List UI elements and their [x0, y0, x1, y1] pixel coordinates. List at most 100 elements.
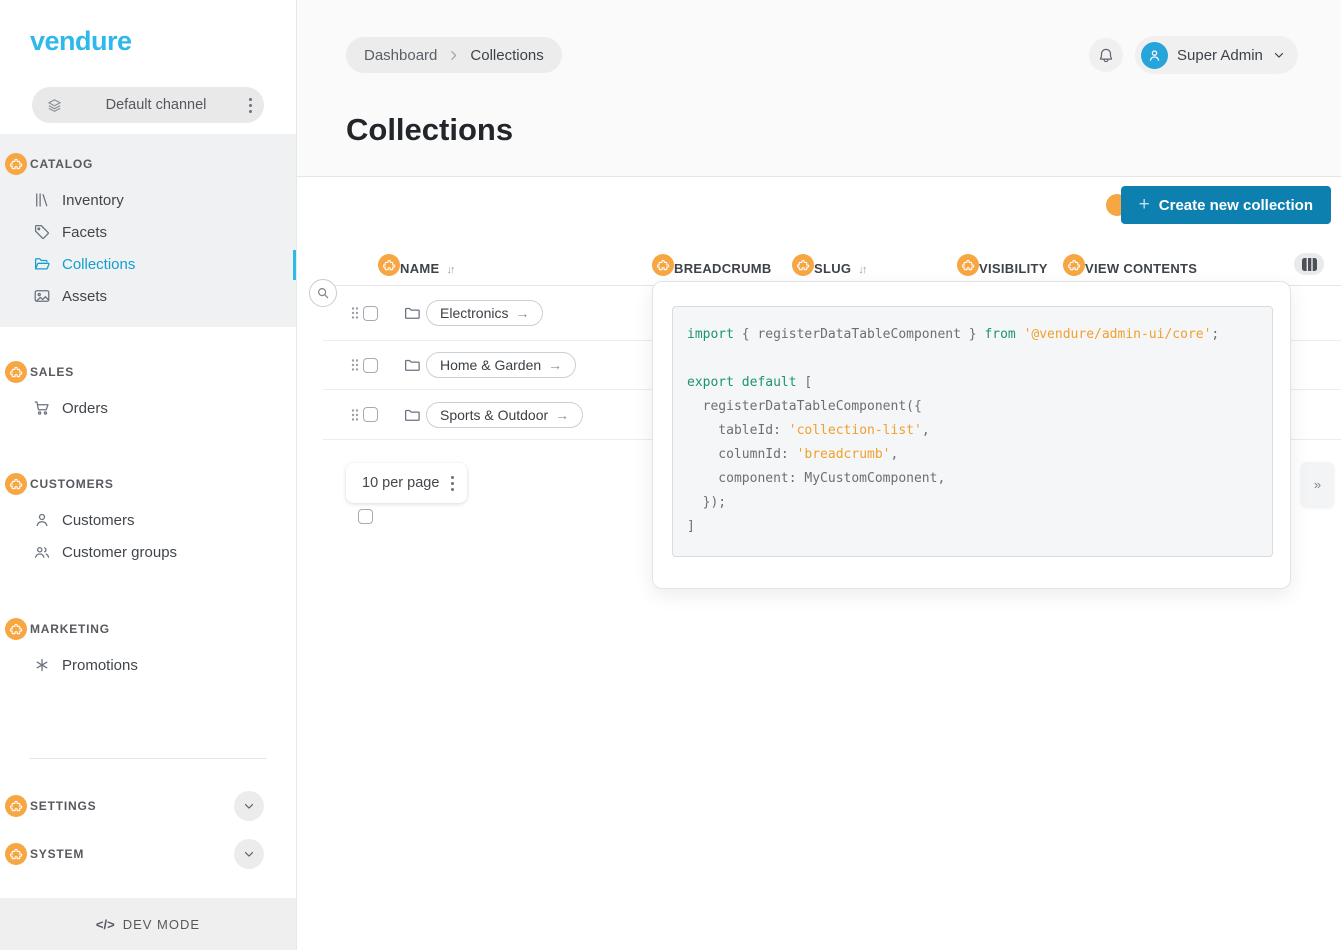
- select-all-checkbox[interactable]: [358, 509, 373, 524]
- section-header: CUSTOMERS: [0, 472, 296, 496]
- row-checkbox[interactable]: [363, 407, 378, 422]
- collection-name-chip[interactable]: Sports & Outdoor→: [426, 402, 583, 428]
- row-checkbox[interactable]: [363, 358, 378, 373]
- sidebar-section-catalog: CATALOG Inventory Facets Collections Assets: [0, 134, 296, 327]
- per-page-label: 10 per page: [362, 475, 439, 491]
- expand-section-button[interactable]: [234, 839, 264, 869]
- sort-icon[interactable]: ↓↑: [858, 264, 865, 276]
- users-icon: [33, 543, 51, 561]
- sidebar-divider: [30, 758, 266, 759]
- image-icon: [33, 287, 51, 305]
- devmode-puzzle-badge[interactable]: [652, 254, 674, 276]
- devmode-puzzle-badge[interactable]: [378, 254, 400, 276]
- code-line: registerDataTableComponent({: [687, 395, 1272, 419]
- sidebar-item-label: Facets: [62, 224, 107, 241]
- column-settings-button[interactable]: [1294, 253, 1324, 275]
- devmode-puzzle-badge[interactable]: [5, 618, 27, 640]
- breadcrumb: Dashboard Collections: [346, 37, 562, 73]
- collection-name-chip[interactable]: Home & Garden→: [426, 352, 576, 378]
- folder-open-icon: [33, 255, 51, 273]
- plus-icon: +: [1139, 194, 1150, 216]
- section-label: SETTINGS: [30, 799, 234, 813]
- sidebar-nav: CATALOG Inventory Facets Collections Assets S…: [0, 134, 296, 681]
- search-button[interactable]: [309, 279, 337, 307]
- tag-icon: [33, 223, 51, 241]
- sidebar-item-facets[interactable]: Facets: [0, 216, 296, 248]
- devmode-puzzle-badge[interactable]: [5, 795, 27, 817]
- devmode-puzzle-badge[interactable]: [5, 153, 27, 175]
- row-checkbox[interactable]: [363, 306, 378, 321]
- section-header: MARKETING: [0, 617, 296, 641]
- code-snippet: import { registerDataTableComponent } fr…: [672, 306, 1273, 557]
- sidebar-item-customer-groups[interactable]: Customer groups: [0, 536, 296, 568]
- column-label: SLUG↓↑: [814, 261, 865, 276]
- vendure-logo[interactable]: vendure: [30, 26, 296, 57]
- sidebar-item-label: Collections: [62, 256, 135, 273]
- sidebar-section-customers: CUSTOMERS Customers Customer groups: [0, 472, 296, 568]
- sidebar-item-label: Customer groups: [62, 544, 177, 561]
- user-name: Super Admin: [1177, 47, 1263, 64]
- asterisk-icon: [33, 656, 51, 674]
- code-line: ]: [687, 515, 1272, 539]
- section-label: MARKETING: [30, 622, 110, 636]
- items-per-page-select[interactable]: 10 per page: [346, 463, 467, 503]
- dev-mode-label: DEV MODE: [123, 917, 200, 932]
- channel-selector[interactable]: Default channel: [32, 87, 264, 123]
- breadcrumb-item-collections[interactable]: Collections: [470, 47, 543, 64]
- notifications-button[interactable]: [1089, 38, 1123, 72]
- section-header: CATALOG: [0, 152, 296, 176]
- columns-icon: [1301, 257, 1318, 272]
- arrow-right-icon: →: [515, 305, 529, 321]
- user-menu[interactable]: Super Admin: [1135, 36, 1298, 74]
- create-new-collection-button[interactable]: + Create new collection: [1121, 186, 1331, 224]
- drag-handle-icon[interactable]: [351, 358, 359, 372]
- collection-name: Sports & Outdoor: [440, 407, 548, 423]
- code-line: import { registerDataTableComponent } fr…: [687, 323, 1272, 347]
- sidebar-section-system[interactable]: SYSTEM: [0, 839, 296, 869]
- app-root: vendure Default channel CATALOG Inventory…: [0, 0, 1341, 950]
- sidebar-item-promotions[interactable]: Promotions: [0, 649, 296, 681]
- table-header-row: NAME↓↑BREADCRUMBSLUG↓↑VISIBILITYVIEW CON…: [297, 250, 1341, 285]
- sidebar-item-label: Assets: [62, 288, 107, 305]
- sidebar-section-marketing: MARKETING Promotions: [0, 617, 296, 681]
- devmode-puzzle-badge[interactable]: [5, 361, 27, 383]
- kebab-icon[interactable]: [249, 98, 252, 113]
- sidebar-section-sales: SALES Orders: [0, 360, 296, 424]
- sidebar-item-orders[interactable]: Orders: [0, 392, 296, 424]
- section-label: CATALOG: [30, 157, 93, 171]
- breadcrumb-item-dashboard[interactable]: Dashboard: [364, 47, 437, 64]
- arrow-right-icon: →: [548, 357, 562, 373]
- code-line: component: MyCustomComponent,: [687, 467, 1272, 491]
- sidebar-item-label: Customers: [62, 512, 135, 529]
- collection-name-chip[interactable]: Electronics →: [426, 300, 543, 326]
- sidebar-item-assets[interactable]: Assets: [0, 280, 296, 312]
- code-line: columnId: 'breadcrumb',: [687, 443, 1272, 467]
- drag-handle-icon[interactable]: [351, 306, 359, 320]
- expand-section-button[interactable]: [234, 791, 264, 821]
- devmode-puzzle-badge[interactable]: [1063, 254, 1085, 276]
- code-line: [687, 347, 1272, 371]
- sidebar: vendure Default channel CATALOG Inventory…: [0, 0, 297, 950]
- sidebar-item-inventory[interactable]: Inventory: [0, 184, 296, 216]
- code-brackets-icon: </>: [96, 917, 115, 932]
- collection-name: Electronics: [440, 305, 508, 321]
- devmode-puzzle-badge[interactable]: [5, 473, 27, 495]
- sidebar-item-customers[interactable]: Customers: [0, 504, 296, 536]
- pagination-next-button[interactable]: »: [1301, 462, 1334, 507]
- bell-icon: [1097, 46, 1115, 64]
- user-icon: [33, 511, 51, 529]
- sidebar-item-collections[interactable]: Collections: [0, 248, 296, 280]
- folder-icon: [403, 304, 421, 322]
- devmode-puzzle-badge[interactable]: [792, 254, 814, 276]
- column-label: VISIBILITY: [979, 261, 1048, 276]
- sidebar-section-settings[interactable]: SETTINGS: [0, 791, 296, 821]
- section-header: SALES: [0, 360, 296, 384]
- sort-icon[interactable]: ↓↑: [446, 264, 453, 276]
- code-line: tableId: 'collection-list',: [687, 419, 1272, 443]
- devmode-puzzle-badge[interactable]: [957, 254, 979, 276]
- drag-handle-icon[interactable]: [351, 408, 359, 422]
- dev-mode-toggle[interactable]: </> DEV MODE: [0, 898, 296, 950]
- sidebar-collapsed-sections: SETTINGS SYSTEM: [0, 791, 296, 869]
- folder-icon: [403, 356, 421, 374]
- devmode-puzzle-badge[interactable]: [5, 843, 27, 865]
